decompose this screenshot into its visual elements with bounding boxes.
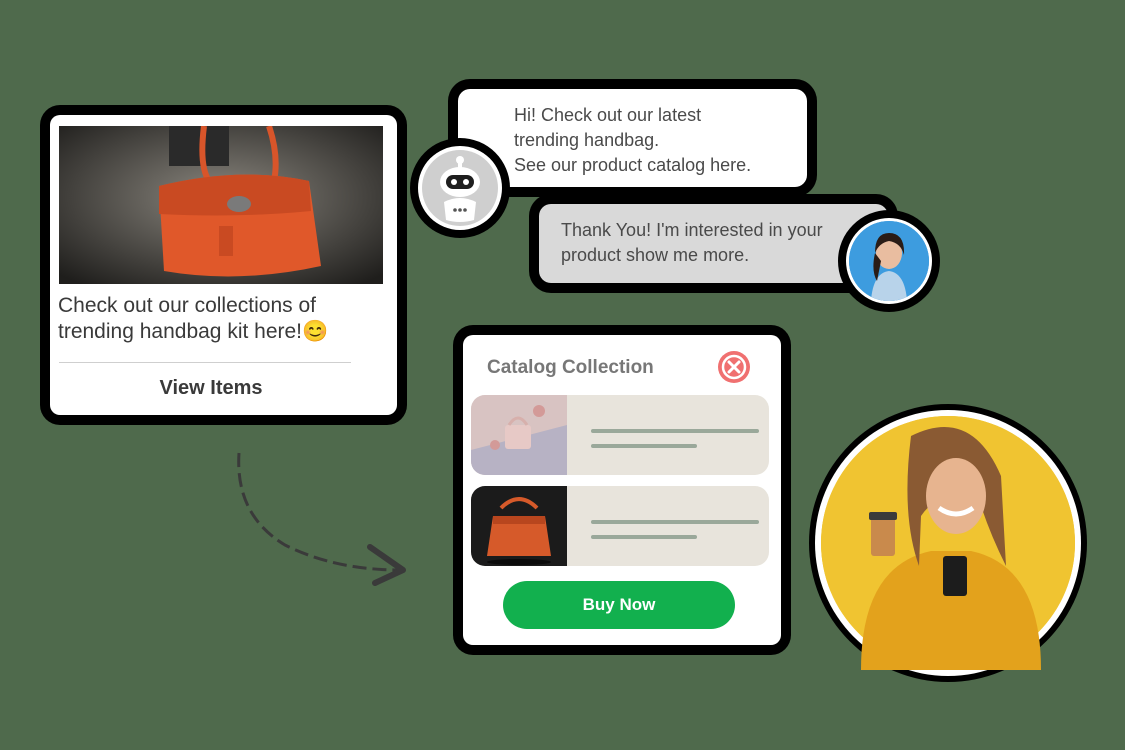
view-items-button[interactable]: View Items bbox=[50, 377, 372, 400]
catalog-title: Catalog Collection bbox=[487, 357, 654, 378]
bot-avatar bbox=[418, 146, 502, 230]
product-card: Check out our collections of trending ha… bbox=[50, 115, 397, 415]
bot-message-line-2: trending handbag. bbox=[514, 130, 660, 150]
item-placeholder-line bbox=[591, 429, 759, 433]
pink-handbag-thumbnail bbox=[471, 395, 567, 475]
item-placeholder-line bbox=[591, 520, 759, 524]
close-icon bbox=[721, 354, 747, 380]
buy-now-button[interactable]: Buy Now bbox=[503, 581, 735, 629]
item-placeholder-line bbox=[591, 444, 697, 448]
item-placeholder-line bbox=[591, 535, 697, 539]
robot-icon bbox=[440, 156, 480, 222]
orange-handbag-thumbnail bbox=[471, 486, 567, 566]
divider bbox=[59, 362, 351, 363]
catalog-item[interactable] bbox=[471, 486, 769, 566]
close-button[interactable] bbox=[718, 351, 750, 383]
catalog-card: Catalog Collection Buy Now bbox=[463, 335, 781, 645]
bot-message-bubble: Hi! Check out our latest trending handba… bbox=[458, 89, 807, 187]
customer-photo bbox=[815, 410, 1081, 676]
user-message-bubble: Thank You! I'm interested in your produc… bbox=[539, 204, 888, 283]
user-avatar bbox=[846, 218, 932, 304]
bot-message-line-3: See our product catalog here. bbox=[514, 155, 752, 175]
product-message: Check out our collections of trending ha… bbox=[58, 294, 329, 343]
handbag-photo bbox=[59, 126, 383, 284]
bot-message-line-1: Hi! Check out our latest bbox=[514, 105, 702, 125]
flow-arrow-icon bbox=[225, 445, 425, 595]
bot-message-text: Hi! Check out our latest trending handba… bbox=[514, 103, 804, 178]
catalog-item[interactable] bbox=[471, 395, 769, 475]
user-message-text: Thank You! I'm interested in your produc… bbox=[561, 220, 823, 265]
